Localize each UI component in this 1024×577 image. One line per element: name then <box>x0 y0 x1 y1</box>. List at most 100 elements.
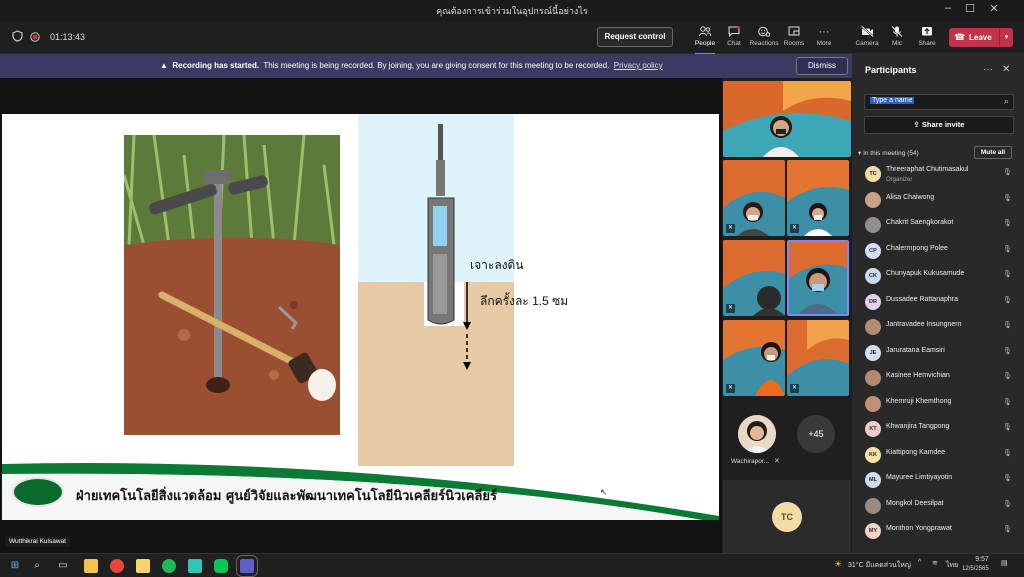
share-icon <box>912 26 942 39</box>
participant-search-input[interactable]: Type a name ⌕ <box>864 94 1014 110</box>
self-view-tile: TC <box>723 480 851 553</box>
mic-muted-icon: ✕ <box>790 384 799 393</box>
file-explorer-icon[interactable] <box>84 559 98 573</box>
mic-muted-icon[interactable]: 🎙︎ <box>1003 194 1012 202</box>
participant-row[interactable]: ML Mayuree Limtiyayotin 🎙︎ <box>852 469 1024 494</box>
warning-icon: ▲ <box>160 61 168 70</box>
app-icon[interactable] <box>188 559 202 573</box>
windows-start-icon[interactable]: ⊞ <box>8 559 22 573</box>
participant-name: Kasinee Hemvichian <box>886 372 950 379</box>
meeting-timer: 01:13:43 <box>50 32 86 42</box>
mic-muted-icon[interactable]: 🎙︎ <box>1003 270 1012 278</box>
avatar-wachira[interactable] <box>738 415 776 453</box>
task-view-icon[interactable]: ▭ <box>56 559 70 573</box>
participant-name: Jantravadee Insungnern <box>886 321 962 328</box>
weather-text[interactable]: 31°C มีแดดส่วนใหญ่ <box>848 560 911 571</box>
video-tile-presenter[interactable] <box>723 81 851 157</box>
shared-screen: เจาะลงดิน ลึกครั้งละ 1.5 ซม ฝ่ายเทคโนโลย… <box>0 78 722 553</box>
mic-muted-icon[interactable]: 🎙︎ <box>1003 347 1012 355</box>
participant-row[interactable]: KK Kiattipong Kamdee 🎙︎ <box>852 444 1024 469</box>
avatar <box>865 319 881 335</box>
mic-muted-icon: ✕ <box>726 224 735 233</box>
participant-row[interactable]: MY Monthon Yongprawat 🎙︎ <box>852 520 1024 545</box>
video-tile-4[interactable]: ✕ <box>723 240 785 316</box>
mic-muted-icon[interactable]: 🎙︎ <box>1003 321 1012 329</box>
participant-row[interactable]: DR Dussadee Rattanaphra 🎙︎ <box>852 291 1024 316</box>
avatar <box>865 497 881 514</box>
dismiss-button[interactable]: Dismiss <box>796 57 848 75</box>
mic-muted-icon[interactable]: 🎙︎ <box>1003 372 1012 380</box>
privacy-policy-link[interactable]: Privacy policy <box>614 61 663 70</box>
overflow-participants[interactable]: +45 <box>797 415 835 453</box>
search-icon[interactable]: ⌕ <box>30 559 44 573</box>
camera-button[interactable]: Camera <box>852 25 882 47</box>
mic-button[interactable]: Mic <box>882 26 912 47</box>
chat-button[interactable]: Chat <box>719 26 749 47</box>
video-tile-3[interactable]: ✕ <box>787 160 849 236</box>
chrome-icon[interactable] <box>110 559 124 573</box>
phone-hangup-icon: ☎ <box>954 32 966 42</box>
window-title: คุณต้องการเข้าร่วมในอุปกรณ์นี้อย่างไร <box>436 6 588 16</box>
clock-time[interactable]: 9:57 <box>972 556 992 563</box>
participant-row[interactable]: Alisa Chaiwong 🎙︎ <box>852 189 1024 214</box>
video-tile-active-speaker[interactable] <box>787 240 849 316</box>
close-window-icon[interactable]: ✕ <box>984 2 1004 15</box>
leave-button[interactable]: ☎ Leave ▾ <box>949 28 1013 47</box>
participant-name: Jaruratana Eamsiri <box>886 346 945 354</box>
mic-muted-icon[interactable]: 🎙︎ <box>1003 296 1012 304</box>
close-panel-icon[interactable]: ✕ <box>1002 64 1010 75</box>
mic-muted-icon[interactable]: 🎙︎ <box>1003 500 1012 508</box>
drill-label: เจาะลงดิน <box>470 258 524 272</box>
participant-row[interactable]: Khemruji Khemthong 🎙︎ <box>852 393 1024 418</box>
participant-row[interactable]: JE Jaruratana Eamsiri 🎙︎ <box>852 342 1024 367</box>
line-icon[interactable] <box>214 559 228 573</box>
participant-name: Threeraphat Chutimasakul <box>886 166 969 173</box>
participant-row[interactable]: TC Threeraphat Chutimasakul Organizer 🎙︎ <box>852 163 1024 188</box>
participant-row[interactable]: Kasinee Hemvichian 🎙︎ <box>852 367 1024 392</box>
people-button[interactable]: People <box>690 26 720 55</box>
participant-row[interactable]: Mongkol Deesilpat 🎙︎ <box>852 495 1024 520</box>
sticky-notes-icon[interactable] <box>136 559 150 573</box>
more-icon: ··· <box>818 26 830 38</box>
minimize-icon[interactable]: – <box>938 2 958 14</box>
participant-row[interactable]: KT Khwanjira Tangpong 🎙︎ <box>852 418 1024 443</box>
tint-logo <box>12 477 64 507</box>
more-button[interactable]: ··· More <box>809 26 839 47</box>
in-meeting-header[interactable]: ▾ In this meeting (54) <box>858 149 919 157</box>
mic-muted-icon[interactable]: 🎙︎ <box>1003 245 1012 253</box>
language-indicator[interactable]: ไทย <box>946 560 958 571</box>
participant-name: Chalermpong Polee <box>886 244 948 252</box>
maximize-icon[interactable]: ☐ <box>960 2 980 15</box>
chevron-down-icon[interactable]: ▾ <box>999 28 1013 47</box>
participant-row[interactable]: Chakrit Saengkorakot 🎙︎ <box>852 214 1024 239</box>
rooms-button[interactable]: Rooms <box>779 26 809 47</box>
mic-muted-icon[interactable]: 🎙︎ <box>1003 219 1012 227</box>
mic-muted-icon[interactable]: 🎙︎ <box>1003 474 1012 482</box>
mic-muted-icon[interactable]: 🎙︎ <box>1003 398 1012 406</box>
mic-muted-icon[interactable]: 🎙︎ <box>1003 168 1012 176</box>
clock-date[interactable]: 12/5/2565 <box>962 566 989 572</box>
notifications-icon[interactable]: ▤ <box>1001 559 1008 567</box>
mic-muted-icon[interactable]: 🎙︎ <box>1003 423 1012 431</box>
wifi-icon[interactable]: ≋ <box>932 559 938 567</box>
participant-row[interactable]: CK Chunyapuk Kukusamude 🎙︎ <box>852 265 1024 290</box>
share-invite-button[interactable]: ⇪ Share invite <box>864 116 1014 134</box>
participant-row[interactable]: CP Chalermpong Polee 🎙︎ <box>852 240 1024 265</box>
chevron-up-icon[interactable]: ^ <box>918 559 921 566</box>
mic-muted-icon[interactable]: 🎙︎ <box>1003 525 1012 533</box>
video-tile-7[interactable]: ✕ <box>787 320 849 396</box>
video-tile-2[interactable]: ✕ <box>723 160 785 236</box>
mute-all-button[interactable]: Mute all <box>974 146 1012 159</box>
teams-icon[interactable] <box>236 555 258 577</box>
share-button[interactable]: Share <box>912 26 942 47</box>
spotify-icon[interactable] <box>162 559 176 573</box>
participant-row[interactable]: Jantravadee Insungnern 🎙︎ <box>852 316 1024 341</box>
share-invite-icon: ⇪ <box>913 120 920 129</box>
meeting-toolbar: 01:13:43 Request control People Chat Rea… <box>0 21 1024 55</box>
mic-muted-icon[interactable]: 🎙︎ <box>1003 449 1012 457</box>
more-options-icon[interactable]: ··· <box>983 64 993 75</box>
chat-icon <box>719 26 749 39</box>
request-control-button[interactable]: Request control <box>597 27 673 47</box>
reactions-button[interactable]: Reactions <box>749 26 779 47</box>
video-tile-6[interactable]: ✕ <box>723 320 785 396</box>
